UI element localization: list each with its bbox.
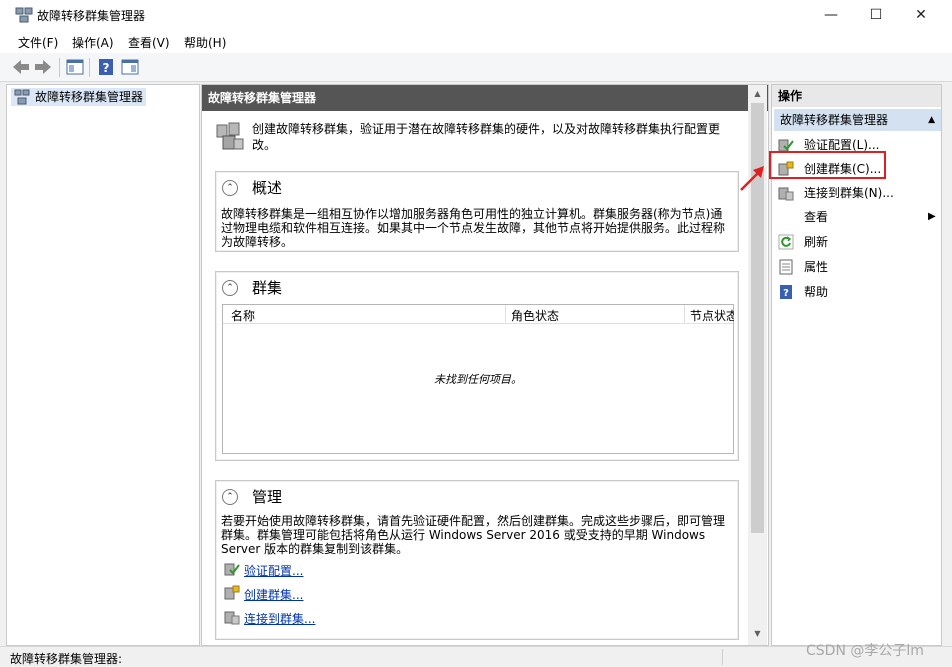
column-header-name[interactable]: 名称 xyxy=(231,307,255,324)
help-icon: ? xyxy=(780,285,792,299)
svg-text:?: ? xyxy=(783,288,789,299)
clusters-table: 名称 角色状态 节点状态 未找到任何项目。 xyxy=(222,304,734,454)
action-label: 属性 xyxy=(804,260,829,274)
action-properties[interactable]: 属性 xyxy=(778,257,938,277)
cluster-servers-icon xyxy=(216,122,244,150)
show-hide-tree-icon[interactable] xyxy=(65,57,85,77)
overview-section: ⌃ 概述 故障转移群集是一组相互协作以增加服务器角色可用性的独立计算机。群集服务… xyxy=(215,171,739,252)
overview-text: 故障转移群集是一组相互协作以增加服务器角色可用性的独立计算机。群集服务器(称为节… xyxy=(221,207,726,249)
collapse-clusters-icon[interactable]: ⌃ xyxy=(222,280,238,296)
svg-text:?: ? xyxy=(103,61,110,75)
validate-config-link[interactable]: 验证配置... xyxy=(244,562,303,579)
center-header: 故障转移群集管理器 xyxy=(202,85,768,111)
connect-cluster-link[interactable]: 连接到群集... xyxy=(244,610,315,627)
annotation-arrow-icon xyxy=(740,166,764,191)
create-cluster-link[interactable]: 创建群集... xyxy=(244,586,303,603)
management-title: 管理 xyxy=(252,488,283,506)
action-label: 帮助 xyxy=(804,285,829,299)
annotation-highlight-box xyxy=(769,151,886,179)
window-title: 故障转移群集管理器 xyxy=(37,9,146,23)
menu-view[interactable]: 查看(V) xyxy=(128,34,170,51)
properties-icon xyxy=(779,259,793,275)
back-arrow-icon[interactable] xyxy=(11,57,31,77)
title-bar: 故障转移群集管理器 — ☐ ✕ xyxy=(0,0,952,31)
clusters-section: ⌃ 群集 名称 角色状态 节点状态 未找到任何项目。 xyxy=(215,271,739,461)
connect-icon xyxy=(778,187,794,201)
cluster-manager-icon xyxy=(15,7,33,23)
action-label: 连接到群集(N)... xyxy=(804,186,894,200)
action-connect-cluster[interactable]: 连接到群集(N)... xyxy=(778,183,938,203)
close-button[interactable]: ✕ xyxy=(898,0,944,31)
toolbar: ? xyxy=(0,53,952,82)
show-hide-action-pane-icon[interactable] xyxy=(120,57,140,77)
column-divider xyxy=(684,305,685,324)
clusters-title: 群集 xyxy=(252,279,283,297)
minimize-button[interactable]: — xyxy=(808,0,854,31)
action-label: 刷新 xyxy=(804,235,829,249)
toolbar-separator xyxy=(59,58,60,77)
toolbar-separator xyxy=(89,58,90,77)
column-header-node-status[interactable]: 节点状态 xyxy=(690,307,734,324)
tree-item-label: 故障转移群集管理器 xyxy=(35,90,144,104)
actions-header: 操作 xyxy=(772,85,941,107)
cluster-manager-icon xyxy=(14,89,30,105)
forward-arrow-icon[interactable] xyxy=(33,57,53,77)
connect-icon xyxy=(224,611,240,625)
collapse-overview-icon[interactable]: ⌃ xyxy=(222,180,238,196)
actions-group-label: 故障转移群集管理器 xyxy=(780,113,889,127)
create-cluster-icon xyxy=(224,585,240,600)
action-view[interactable]: 查看 ▶ xyxy=(778,207,938,227)
column-header-role-status[interactable]: 角色状态 xyxy=(511,307,559,324)
status-text: 故障转移群集管理器: xyxy=(10,652,123,666)
status-divider xyxy=(722,649,723,665)
validate-icon xyxy=(224,563,240,576)
action-help[interactable]: ? 帮助 xyxy=(778,282,938,302)
scroll-down-icon[interactable]: ▼ xyxy=(748,625,767,643)
center-pane: 故障转移群集管理器 创建故障转移群集，验证用于潜在故障转移群集的硬件，以及对故障… xyxy=(201,84,769,646)
menu-action[interactable]: 操作(A) xyxy=(72,34,114,51)
maximize-button[interactable]: ☐ xyxy=(853,0,899,31)
column-divider xyxy=(505,305,506,324)
refresh-icon xyxy=(778,234,794,250)
action-refresh[interactable]: 刷新 xyxy=(778,232,938,252)
menu-bar: 文件(F) 操作(A) 查看(V) 帮助(H) xyxy=(0,31,952,53)
management-text: 若要开始使用故障转移群集，请首先验证硬件配置，然后创建群集。完成这些步骤后，即可… xyxy=(221,514,726,556)
action-label: 查看 xyxy=(804,210,829,224)
management-section: ⌃ 管理 若要开始使用故障转移群集，请首先验证硬件配置，然后创建群集。完成这些步… xyxy=(215,480,739,640)
overview-title: 概述 xyxy=(252,179,283,197)
center-description: 创建故障转移群集，验证用于潜在故障转移群集的硬件，以及对故障转移群集执行配置更改… xyxy=(252,122,721,152)
menu-file[interactable]: 文件(F) xyxy=(18,34,58,51)
scroll-up-icon[interactable]: ▲ xyxy=(748,85,767,103)
collapse-up-icon[interactable]: ▲ xyxy=(928,109,935,131)
collapse-management-icon[interactable]: ⌃ xyxy=(222,489,238,505)
table-header: 名称 角色状态 节点状态 xyxy=(223,305,734,324)
menu-help[interactable]: 帮助(H) xyxy=(184,34,226,51)
help-icon[interactable]: ? xyxy=(96,57,116,77)
empty-table-message: 未找到任何项目。 xyxy=(434,373,522,386)
actions-group-header[interactable]: 故障转移群集管理器 ▲ xyxy=(774,109,941,131)
watermark: CSDN @李公子lm xyxy=(806,643,924,659)
tree-item-cluster-manager[interactable]: 故障转移群集管理器 xyxy=(11,88,147,106)
submenu-arrow-icon: ▶ xyxy=(928,211,936,222)
navigation-tree: 故障转移群集管理器 xyxy=(6,84,200,646)
